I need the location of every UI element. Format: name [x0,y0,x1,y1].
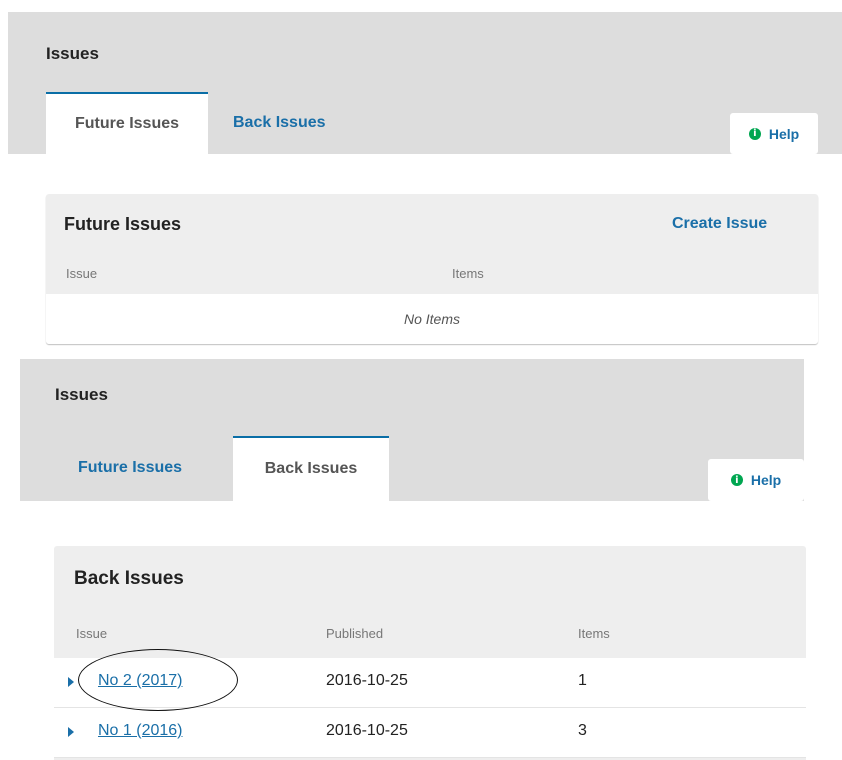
annotation-ellipse [78,649,238,711]
empty-message: No Items [46,294,818,344]
expand-triangle-icon[interactable] [68,677,74,687]
help-button[interactable]: i Help [730,113,818,154]
issue-link[interactable]: No 1 (2016) [98,722,183,740]
help-label: Help [768,125,800,142]
items-count: 1 [578,672,587,689]
info-circle-icon: i [748,127,761,140]
column-header-published: Published [326,626,384,641]
grid-title: Future Issues [64,214,182,234]
create-issue-button[interactable]: Create Issue [672,215,767,233]
items-count: 3 [578,722,587,739]
column-header-items: Items [452,266,484,281]
table-row[interactable]: No 1 (2016) 2016-10-25 3 [54,708,806,758]
page-title: Issues [46,44,99,63]
info-circle-icon: i [730,474,743,486]
tab-back-issues[interactable]: Back Issues [233,436,389,501]
grid-title: Back Issues [74,568,184,589]
column-header-issue: Issue [66,266,98,281]
tab-future-issues[interactable]: Future Issues [78,459,182,477]
issues-header-top: Issues Future Issues Back Issues i Help [8,12,842,154]
column-header-items: Items [578,626,610,641]
help-label: Help [750,472,782,488]
page-title: Issues [55,385,108,404]
future-issues-grid: Future Issues Create Issue Issue Items N… [46,194,818,344]
column-header-issue: Issue [76,626,108,641]
help-button[interactable]: i Help [708,459,804,501]
tab-back-issues[interactable]: Back Issues [233,114,326,132]
published-date: 2016-10-25 [326,672,408,689]
published-date: 2016-10-25 [326,722,408,739]
tab-future-issues[interactable]: Future Issues [46,92,208,154]
issues-header-bottom: Issues Future Issues Back Issues i Help [20,359,804,501]
expand-triangle-icon[interactable] [68,727,74,737]
